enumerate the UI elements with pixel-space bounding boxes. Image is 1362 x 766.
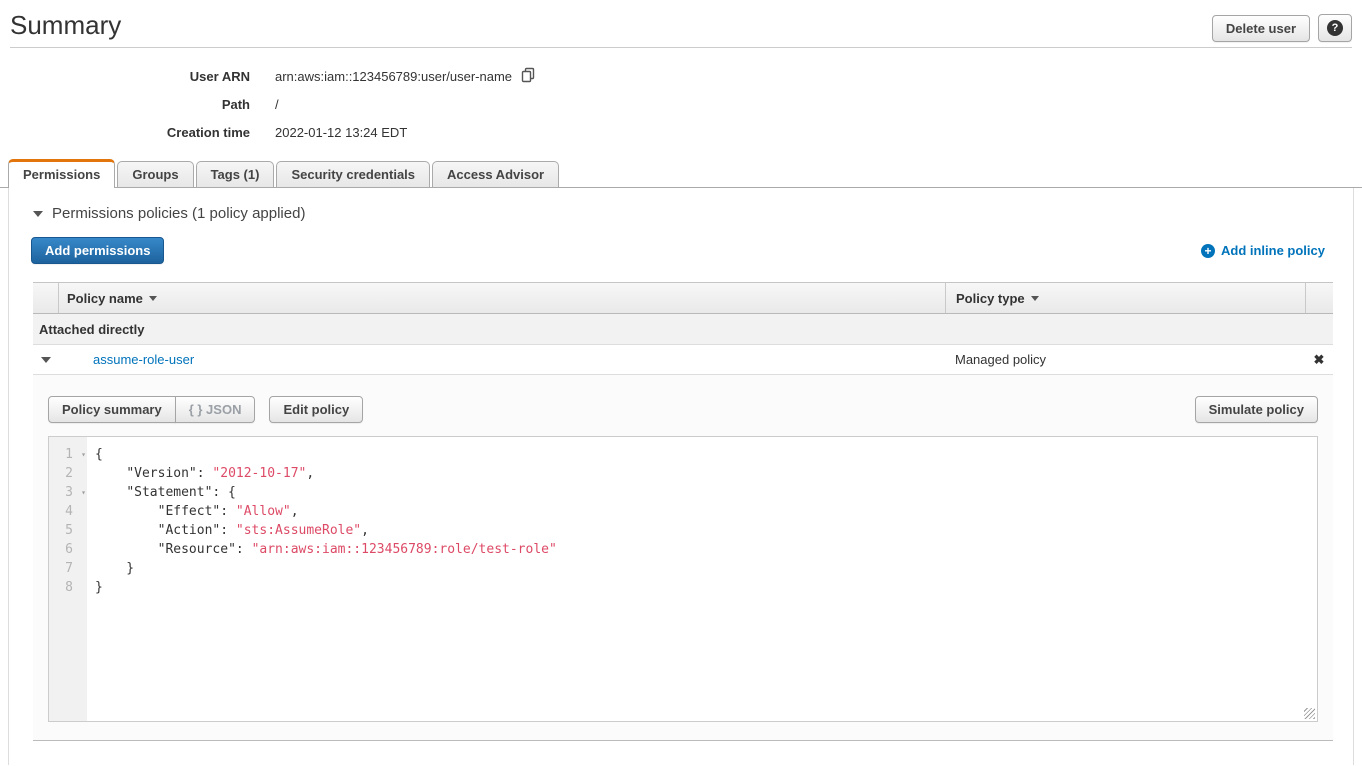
path-value: / [275, 97, 279, 112]
help-button[interactable]: ? [1318, 14, 1352, 42]
code-line: } [95, 578, 1317, 597]
creation-time-value: 2022-01-12 13:24 EDT [275, 125, 407, 140]
policy-detail-toolbar: Policy summary { } JSON Edit policy Simu… [48, 396, 1318, 423]
policy-name-column-header[interactable]: Policy name [59, 283, 945, 313]
expand-caret-icon [41, 357, 51, 363]
permissions-policies-heading-label: Permissions policies (1 policy applied) [52, 205, 305, 222]
delete-user-button[interactable]: Delete user [1212, 15, 1310, 42]
editor-resize-handle[interactable] [1304, 708, 1315, 719]
sort-caret-icon [1031, 296, 1039, 301]
header-actions: Delete user ? [1212, 10, 1352, 42]
help-icon: ? [1327, 20, 1343, 36]
action-column-header [1305, 283, 1333, 313]
plus-circle-icon: + [1201, 244, 1215, 258]
line-number: 2 [49, 464, 87, 483]
table-row-assume-role-user: assume-role-user Managed policy ✖ [33, 345, 1333, 375]
simulate-policy-button[interactable]: Simulate policy [1195, 396, 1318, 423]
policy-summary-button[interactable]: Policy summary [48, 396, 176, 423]
policy-json-editor[interactable]: 1▾23▾45678 { "Version": "2012-10-17", "S… [48, 436, 1318, 722]
policy-view-toggle: Policy summary { } JSON [48, 396, 255, 423]
policy-type-value: Managed policy [945, 352, 1305, 367]
code-line: "Statement": { [95, 483, 1317, 502]
policy-type-header-label: Policy type [956, 291, 1025, 306]
code-line: "Resource": "arn:aws:iam::123456789:role… [95, 540, 1317, 559]
tab-bar: Permissions Groups Tags (1) Security cre… [0, 159, 1362, 188]
line-number: 3▾ [49, 483, 87, 502]
editor-code[interactable]: { "Version": "2012-10-17", "Statement": … [87, 437, 1317, 721]
code-line: } [95, 559, 1317, 578]
policy-name-link[interactable]: assume-role-user [93, 352, 194, 367]
page-title: Summary [10, 10, 121, 40]
add-permissions-button[interactable]: Add permissions [31, 237, 164, 264]
path-label: Path [0, 97, 250, 112]
line-number: 7 [49, 559, 87, 578]
copy-icon[interactable] [520, 67, 536, 86]
policy-detail-panel: Policy summary { } JSON Edit policy Simu… [33, 375, 1333, 741]
code-line: "Action": "sts:AssumeRole", [95, 521, 1317, 540]
tab-tags[interactable]: Tags (1) [196, 161, 275, 187]
group-row-attached-directly: Attached directly [33, 314, 1333, 345]
field-user-arn: User ARN arn:aws:iam::123456789:user/use… [0, 62, 1362, 90]
field-creation-time: Creation time 2022-01-12 13:24 EDT [0, 118, 1362, 146]
tab-permissions[interactable]: Permissions [8, 159, 115, 188]
add-inline-policy-label: Add inline policy [1221, 243, 1325, 258]
code-line: { [95, 445, 1317, 464]
creation-time-label: Creation time [0, 125, 250, 140]
permissions-tab-panel: Permissions policies (1 policy applied) … [8, 188, 1354, 765]
json-view-button[interactable]: { } JSON [175, 396, 256, 423]
user-arn-label: User ARN [0, 69, 250, 84]
fold-arrow-icon[interactable]: ▾ [81, 445, 86, 464]
sort-caret-icon [149, 296, 157, 301]
line-number: 5 [49, 521, 87, 540]
policy-table: Policy name Policy type Attached directl… [33, 282, 1333, 741]
line-number: 6 [49, 540, 87, 559]
collapse-caret-icon [33, 211, 43, 217]
editor-gutter: 1▾23▾45678 [49, 437, 87, 721]
user-arn-value: arn:aws:iam::123456789:user/user-name [275, 69, 512, 84]
policy-table-header: Policy name Policy type [33, 282, 1333, 314]
line-number: 8 [49, 578, 87, 597]
summary-fields: User ARN arn:aws:iam::123456789:user/use… [0, 48, 1362, 146]
fold-arrow-icon[interactable]: ▾ [81, 483, 86, 502]
permissions-toolbar: Add permissions + Add inline policy [9, 237, 1353, 264]
page-header: Summary Delete user ? [0, 0, 1362, 47]
add-inline-policy-link[interactable]: + Add inline policy [1201, 243, 1325, 258]
permissions-policies-heading[interactable]: Permissions policies (1 policy applied) [9, 188, 1353, 222]
code-line: "Version": "2012-10-17", [95, 464, 1317, 483]
code-line: "Effect": "Allow", [95, 502, 1317, 521]
policy-name-header-label: Policy name [67, 291, 143, 306]
expand-column-header [33, 283, 59, 313]
line-number: 1▾ [49, 445, 87, 464]
row-expander[interactable] [33, 357, 59, 363]
tab-access-advisor[interactable]: Access Advisor [432, 161, 559, 187]
detach-policy-icon[interactable]: ✖ [1305, 352, 1333, 368]
edit-policy-button[interactable]: Edit policy [269, 396, 363, 423]
tab-security-credentials[interactable]: Security credentials [276, 161, 430, 187]
field-path: Path / [0, 90, 1362, 118]
line-number: 4 [49, 502, 87, 521]
tab-groups[interactable]: Groups [117, 161, 193, 187]
policy-type-column-header[interactable]: Policy type [945, 283, 1305, 313]
